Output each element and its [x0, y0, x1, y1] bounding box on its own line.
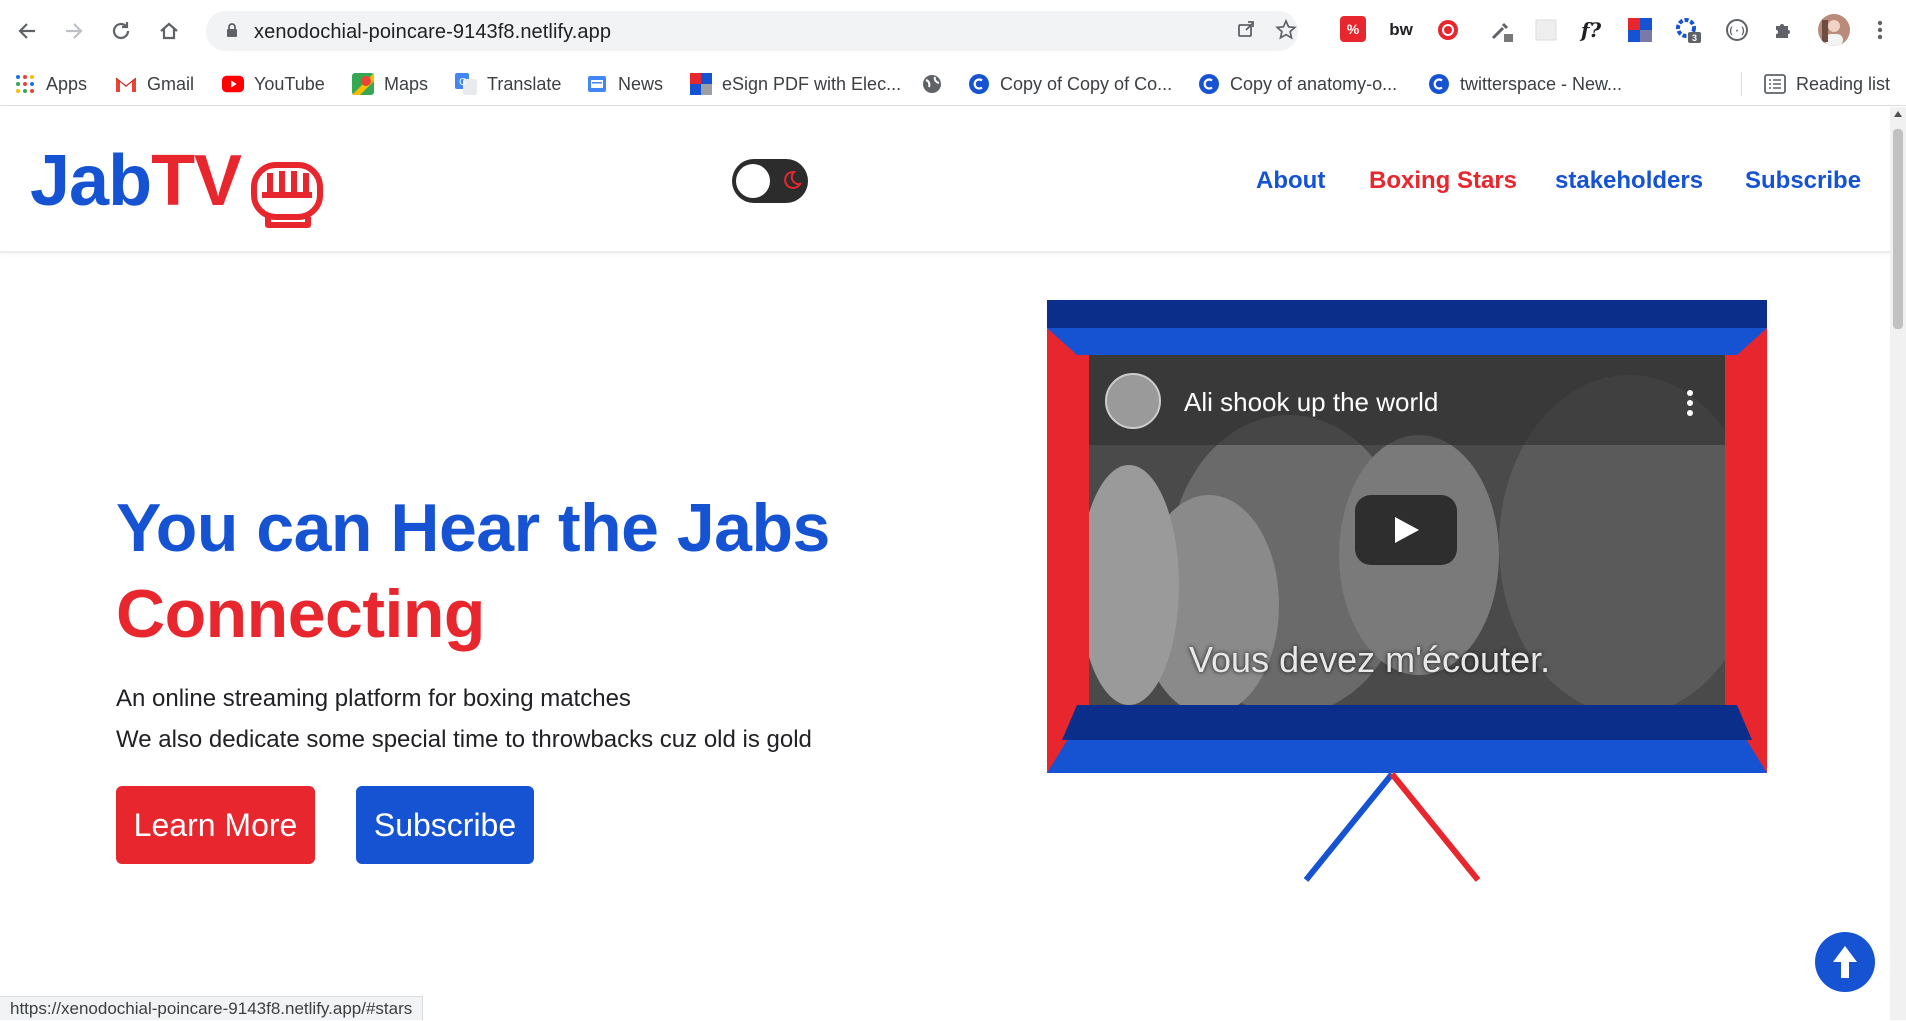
- blank-extension-icon[interactable]: [1532, 16, 1560, 44]
- learn-more-button[interactable]: Learn More: [116, 786, 315, 864]
- canva-icon: [968, 73, 990, 95]
- canva-icon: [1198, 73, 1220, 95]
- reload-icon[interactable]: [104, 14, 138, 48]
- bookmark-news[interactable]: News: [586, 70, 663, 98]
- youtube-video-embed[interactable]: Ali shook up the world Vous devez m'écou…: [1089, 355, 1725, 705]
- news-icon: [586, 73, 608, 95]
- dark-mode-toggle[interactable]: [732, 159, 808, 203]
- scroll-up-arrow-icon[interactable]: [1894, 111, 1902, 117]
- font-extension-icon[interactable]: f?: [1577, 16, 1605, 44]
- canva-icon: [1428, 73, 1450, 95]
- reading-list-label: Reading list: [1796, 73, 1891, 94]
- home-icon[interactable]: [152, 14, 186, 48]
- reading-list-icon: [1764, 73, 1786, 95]
- bookmark-star-icon[interactable]: [1274, 18, 1298, 43]
- bw-extension-icon[interactable]: bw: [1387, 16, 1415, 44]
- arrow-up-icon: [1833, 946, 1857, 978]
- bookmark-translate[interactable]: G Translate: [455, 70, 561, 98]
- profile-avatar[interactable]: [1818, 14, 1850, 46]
- bookmarks-divider: [1741, 72, 1742, 96]
- bookmark-label: News: [618, 73, 664, 94]
- esign-icon: [690, 73, 712, 95]
- eyedropper-extension-icon[interactable]: [1487, 16, 1515, 44]
- play-button-icon[interactable]: [1355, 495, 1457, 565]
- page-scrollbar[interactable]: [1890, 107, 1906, 1020]
- hero-description-1: An online streaming platform for boxing …: [116, 685, 631, 712]
- globe-icon: [921, 73, 943, 95]
- logo-text-jab: Jab: [30, 141, 152, 221]
- site-logo[interactable]: JabTV: [30, 145, 242, 217]
- video-screen-frame: Ali shook up the world Vous devez m'écou…: [1047, 300, 1767, 773]
- nav-stakeholders[interactable]: stakeholders: [1555, 167, 1703, 195]
- video-subtitle-caption: Vous devez m'écouter.: [1189, 639, 1551, 680]
- bookmark-globe[interactable]: [921, 70, 953, 98]
- translate-icon: G: [455, 73, 477, 95]
- hero-title-line2: Connecting: [116, 576, 485, 652]
- youtube-icon: [222, 73, 244, 95]
- grid-extension-icon[interactable]: [1626, 16, 1654, 44]
- code-extension-icon[interactable]: (·): [1723, 16, 1751, 44]
- bookmark-label: twitterspace - New...: [1460, 73, 1623, 94]
- gear-extension-icon[interactable]: 3: [1674, 16, 1702, 44]
- hero-description-2: We also dedicate some special time to th…: [116, 726, 812, 753]
- apps-grid-icon: [14, 73, 36, 95]
- back-arrow-icon[interactable]: [10, 14, 44, 48]
- forward-arrow-icon[interactable]: [57, 14, 91, 48]
- puzzle-icon[interactable]: [1770, 16, 1798, 44]
- bookmark-label: Copy of Copy of Co...: [1000, 73, 1173, 94]
- hero-title: You can Hear the Jabs Connecting: [116, 485, 830, 657]
- bookmark-label: Translate: [487, 73, 562, 94]
- gmail-icon: [115, 73, 137, 95]
- moon-icon: [784, 170, 802, 189]
- svg-text:G: G: [459, 77, 467, 88]
- screen-stand: [1303, 772, 1481, 882]
- bookmark-canva-2[interactable]: Copy of anatomy-o...: [1198, 70, 1397, 98]
- extension-badge: 3: [1692, 33, 1697, 43]
- bookmark-label: Maps: [384, 73, 429, 94]
- browser-menu-icon[interactable]: [1866, 16, 1894, 44]
- bookmark-maps[interactable]: Maps: [352, 70, 428, 98]
- channel-avatar[interactable]: [1105, 373, 1161, 429]
- video-title[interactable]: Ali shook up the world: [1184, 387, 1438, 418]
- scrollbar-thumb[interactable]: [1893, 129, 1903, 329]
- nav-boxing-stars[interactable]: Boxing Stars: [1369, 167, 1517, 195]
- record-extension-icon[interactable]: [1434, 16, 1462, 44]
- share-icon[interactable]: [1234, 19, 1258, 43]
- site-header: JabTV About Boxing Stars stakeholders Su…: [0, 107, 1890, 253]
- lock-icon: [227, 23, 237, 37]
- logo-text-tv: TV: [151, 141, 242, 221]
- bookmark-esign[interactable]: eSign PDF with Elec...: [690, 70, 901, 98]
- nav-about[interactable]: About: [1256, 167, 1325, 195]
- web-page: JabTV About Boxing Stars stakeholders Su…: [0, 107, 1890, 1020]
- bookmark-label: eSign PDF with Elec...: [722, 73, 902, 94]
- boxing-glove-icon: [251, 162, 323, 228]
- browser-toolbar: xenodochial-poincare-9143f8.netlify.app …: [0, 0, 1906, 62]
- subscribe-button[interactable]: Subscribe: [356, 786, 534, 864]
- bookmark-apps[interactable]: Apps: [14, 70, 87, 98]
- bookmarks-bar: Apps Gmail YouTube Maps G Translate News: [0, 62, 1906, 106]
- svg-text:(·): (·): [1728, 26, 1746, 37]
- nav-subscribe[interactable]: Subscribe: [1745, 167, 1861, 195]
- maps-icon: [352, 73, 374, 95]
- bookmark-label: YouTube: [254, 73, 325, 94]
- bookmark-label: Copy of anatomy-o...: [1230, 73, 1398, 94]
- bookmark-gmail[interactable]: Gmail: [115, 70, 194, 98]
- bookmark-youtube[interactable]: YouTube: [222, 70, 325, 98]
- scroll-to-top-button[interactable]: [1815, 932, 1875, 992]
- video-more-icon[interactable]: [1687, 389, 1693, 417]
- bookmark-label: Apps: [46, 73, 88, 94]
- toggle-knob: [736, 164, 770, 198]
- url-text[interactable]: xenodochial-poincare-9143f8.netlify.app: [254, 21, 611, 44]
- status-bar-url: https://xenodochial-poincare-9143f8.netl…: [0, 996, 424, 1020]
- percent-extension-icon[interactable]: %: [1340, 16, 1366, 42]
- bookmark-canva-3[interactable]: twitterspace - New...: [1428, 70, 1622, 98]
- address-bar[interactable]: xenodochial-poincare-9143f8.netlify.app: [206, 11, 1298, 51]
- bookmark-label: Gmail: [147, 73, 195, 94]
- hero-title-line1: You can Hear the Jabs: [116, 490, 830, 566]
- bookmark-canva-1[interactable]: Copy of Copy of Co...: [968, 70, 1172, 98]
- reading-list-button[interactable]: Reading list: [1764, 70, 1890, 98]
